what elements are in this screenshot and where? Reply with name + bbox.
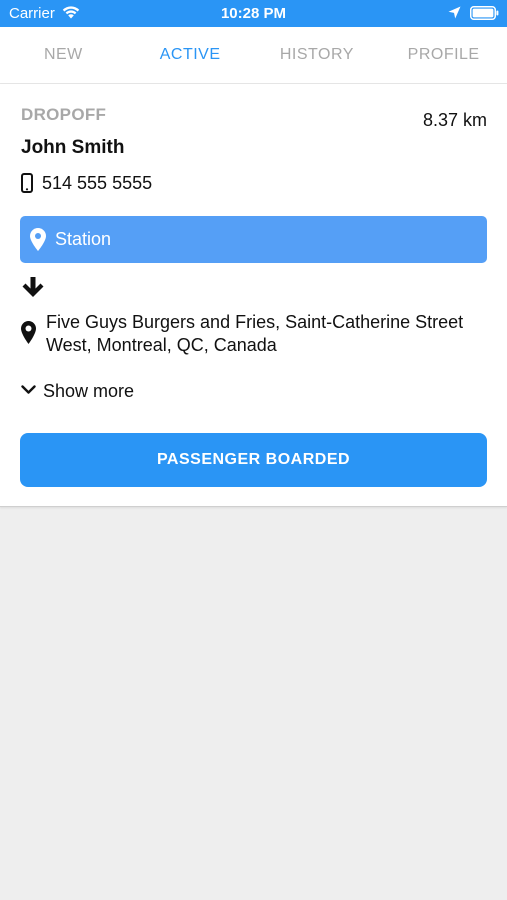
- pickup-label: Station: [55, 229, 112, 249]
- ride-type-label: DROPOFF: [21, 105, 107, 124]
- dropoff-address: Five Guys Burgers and Fries, Saint-Cathe…: [46, 312, 464, 355]
- ride-card: DROPOFF 8.37 km John Smith 514 555 5555 …: [0, 84, 507, 507]
- phone-icon: [21, 173, 33, 193]
- location-arrow-icon: [448, 6, 461, 19]
- tab-new[interactable]: NEW: [0, 27, 127, 83]
- map-pin-icon: [21, 321, 36, 344]
- map-pin-icon: [30, 228, 46, 251]
- passenger-boarded-button[interactable]: PASSENGER BOARDED: [20, 433, 487, 487]
- arrow-down-icon: [22, 277, 44, 297]
- tab-active[interactable]: ACTIVE: [127, 27, 254, 83]
- status-bar: Carrier 10:28 PM: [0, 0, 507, 27]
- show-more-label: Show more: [43, 381, 135, 401]
- tab-bar: NEW ACTIVE HISTORY PROFILE: [0, 27, 507, 84]
- tab-history[interactable]: HISTORY: [254, 27, 381, 83]
- pickup-location[interactable]: Station: [20, 216, 487, 263]
- distance-value: 8.37 km: [422, 110, 487, 130]
- passenger-name: John Smith: [21, 137, 125, 158]
- chevron-down-icon: [21, 385, 36, 394]
- phone-number-link[interactable]: 514 555 5555: [42, 173, 152, 194]
- battery-icon: [470, 6, 499, 20]
- clock: 10:28 PM: [220, 5, 287, 22]
- tab-profile[interactable]: PROFILE: [380, 27, 507, 83]
